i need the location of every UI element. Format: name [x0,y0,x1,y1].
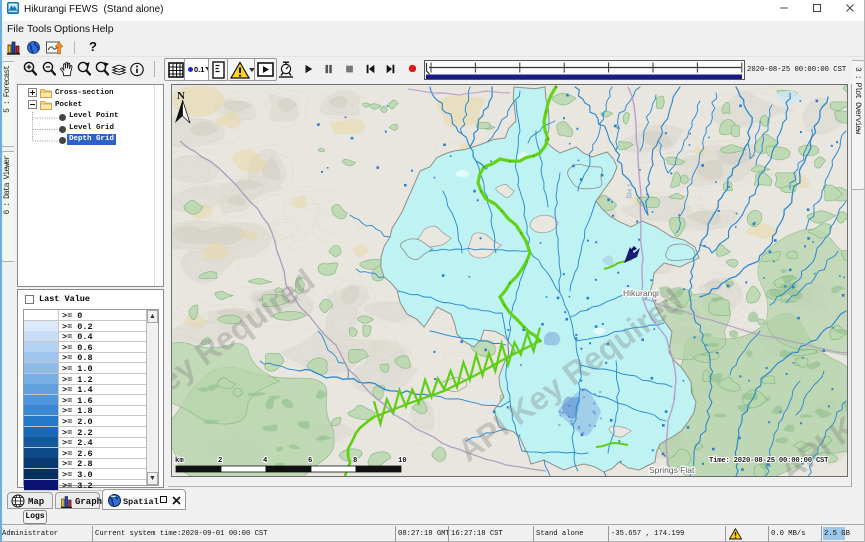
svg-text:6: 6 [308,457,312,465]
svg-text:Hikurangi: Hikurangi [623,288,659,298]
svg-text:SH 1: SH 1 [626,183,634,199]
svg-text:N: N [177,90,185,102]
svg-text:10: 10 [398,457,407,465]
svg-text:Time: 2020-08-25 00:00:00 CST: Time: 2020-08-25 00:00:00 CST [709,457,829,465]
svg-text:2: 2 [218,457,222,465]
svg-text:4: 4 [263,457,268,465]
svg-text:8: 8 [353,457,357,465]
svg-text:km: km [175,457,184,465]
svg-text:Springs Flat: Springs Flat [649,465,695,475]
